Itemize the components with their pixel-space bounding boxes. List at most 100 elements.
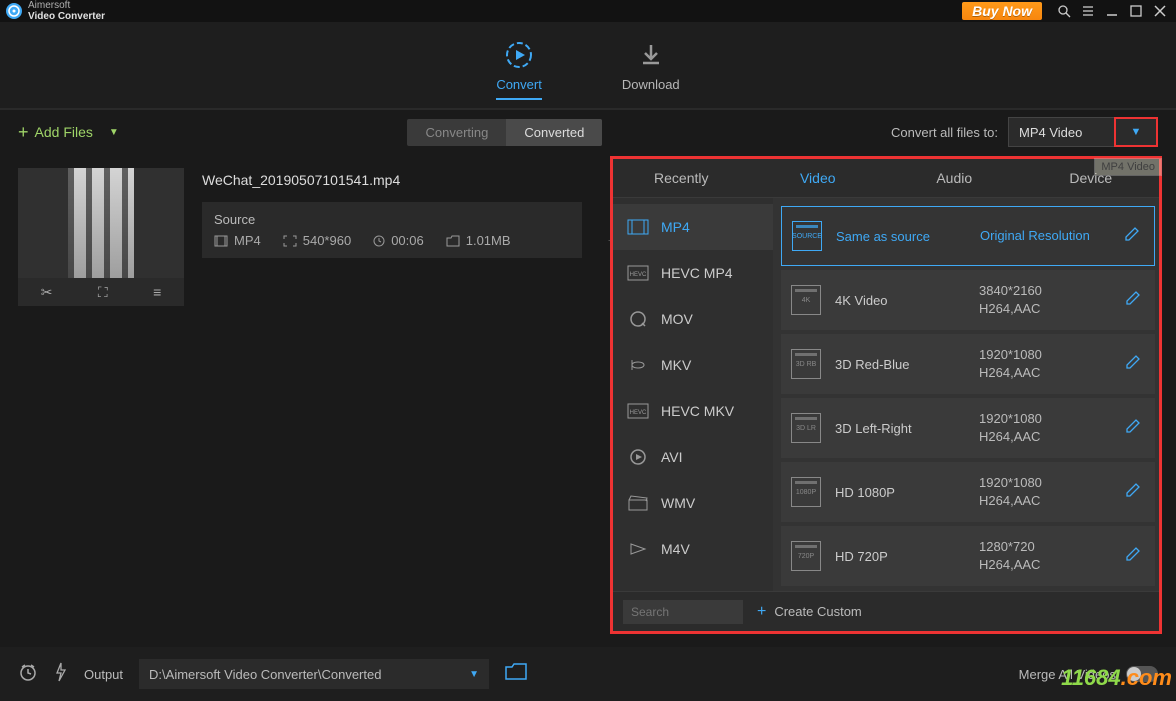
format-category-list[interactable]: MP4 HEVCHEVC MP4 MOV MKV HEVCHEVC MKV AV… [613, 198, 773, 591]
close-icon[interactable] [1150, 1, 1170, 21]
preset-detail: 1920*1080H264,AAC [979, 410, 1111, 446]
preset-line1: 1920*1080 [979, 347, 1042, 362]
convert-icon [503, 39, 535, 71]
edit-preset-icon[interactable] [1125, 482, 1145, 503]
preset-search-input[interactable] [623, 600, 743, 624]
preset-line1: Original Resolution [980, 228, 1090, 243]
menu-icon[interactable] [1078, 1, 1098, 21]
format-mov[interactable]: MOV [613, 296, 773, 342]
preset-icon: 720P [791, 541, 821, 571]
format-mp4[interactable]: MP4 [613, 204, 773, 250]
edit-preset-icon[interactable] [1124, 226, 1144, 247]
bottom-bar: Output D:\Aimersoft Video Converter\Conv… [0, 647, 1176, 701]
crop-icon[interactable]: ⛶ [98, 284, 108, 301]
dropdown-caret-icon[interactable]: ▼ [109, 127, 119, 138]
trim-icon[interactable]: ✂ [41, 284, 53, 301]
search-icon[interactable] [1054, 1, 1074, 21]
source-size-text: 1.01MB [466, 233, 511, 248]
open-folder-icon[interactable] [505, 663, 527, 686]
dropdown-caret-icon: ▼ [469, 669, 479, 680]
convert-all-label: Convert all files to: [891, 125, 998, 140]
svg-text:HEVC: HEVC [630, 410, 647, 416]
source-box: Source MP4 540*960 00:06 1.01MB [202, 202, 582, 258]
preset-icon-text: 3D RB [796, 361, 817, 368]
preset-line2: H264,AAC [979, 493, 1040, 508]
preset-4k[interactable]: 4K 4K Video 3840*2160H264,AAC [781, 270, 1155, 330]
play-icon [627, 540, 649, 558]
preset-detail: 3840*2160H264,AAC [979, 282, 1111, 318]
format-mkv[interactable]: MKV [613, 342, 773, 388]
format-label: WMV [661, 495, 695, 511]
file-name[interactable]: WeChat_20190507101541.mp4 [202, 172, 582, 188]
mkv-icon [627, 356, 649, 374]
tab-converting[interactable]: Converting [407, 119, 506, 146]
buy-now-button[interactable]: Buy Now [962, 2, 1042, 20]
film-icon [627, 218, 649, 236]
preset-detail: 1280*720H264,AAC [979, 538, 1111, 574]
edit-preset-icon[interactable] [1125, 290, 1145, 311]
format-hevc-mkv[interactable]: HEVCHEVC MKV [613, 388, 773, 434]
svg-text:HEVC: HEVC [630, 272, 647, 278]
gpu-icon[interactable] [54, 662, 68, 687]
create-custom-label: Create Custom [774, 604, 861, 619]
popup-tab-video[interactable]: Video [750, 170, 887, 186]
popup-tab-audio[interactable]: Audio [886, 170, 1023, 186]
source-duration: 00:06 [373, 233, 424, 248]
format-wmv[interactable]: WMV [613, 480, 773, 526]
thumbnail-tools: ✂ ⛶ ≡ [18, 278, 184, 306]
toolbar: + Add Files ▼ Converting Converted Conve… [0, 110, 1176, 154]
film-icon [214, 235, 228, 247]
format-avi[interactable]: AVI [613, 434, 773, 480]
add-files-button[interactable]: + Add Files ▼ [18, 122, 119, 143]
preset-hd-1080p[interactable]: 1080P HD 1080P 1920*1080H264,AAC [781, 462, 1155, 522]
create-custom-button[interactable]: + Create Custom [757, 603, 862, 621]
format-m4v[interactable]: M4V [613, 526, 773, 572]
popup-tab-recently[interactable]: Recently [613, 170, 750, 186]
watermark-a: 11684 [1061, 665, 1121, 690]
edit-preset-icon[interactable] [1125, 354, 1145, 375]
nav-download[interactable]: Download [622, 39, 680, 92]
add-files-label: Add Files [35, 124, 93, 140]
source-resolution-text: 540*960 [303, 233, 351, 248]
schedule-icon[interactable] [18, 662, 38, 687]
output-path-select[interactable]: D:\Aimersoft Video Converter\Converted ▼ [139, 659, 489, 689]
format-label: MKV [661, 357, 691, 373]
preset-line2: H264,AAC [979, 301, 1040, 316]
file-card: ✂ ⛶ ≡ WeChat_20190507101541.mp4 Source M… [18, 168, 626, 306]
top-nav: Convert Download [0, 22, 1176, 110]
tab-converted[interactable]: Converted [506, 119, 602, 146]
preset-3d-red-blue[interactable]: 3D RB 3D Red-Blue 1920*1080H264,AAC [781, 334, 1155, 394]
maximize-icon[interactable] [1126, 1, 1146, 21]
source-format: MP4 [214, 233, 261, 248]
edit-preset-icon[interactable] [1125, 546, 1145, 567]
popup-footer: + Create Custom [613, 591, 1159, 631]
minimize-icon[interactable] [1102, 1, 1122, 21]
preset-hd-720p[interactable]: 720P HD 720P 1280*720H264,AAC [781, 526, 1155, 586]
plus-icon: + [18, 122, 29, 143]
preset-3d-left-right[interactable]: 3D LR 3D Left-Right 1920*1080H264,AAC [781, 398, 1155, 458]
effects-icon[interactable]: ≡ [153, 284, 161, 300]
preset-icon: 3D RB [791, 349, 821, 379]
nav-convert[interactable]: Convert [496, 39, 542, 100]
preset-icon: 1080P [791, 477, 821, 507]
preset-icon: 4K [791, 285, 821, 315]
format-dropdown-button[interactable]: ▼ [1114, 117, 1158, 147]
app-brand: Aimersoft Video Converter [28, 0, 105, 22]
preset-icon-text: 3D LR [796, 425, 816, 432]
format-select[interactable]: MP4 Video ▼ [1008, 117, 1158, 147]
output-label: Output [84, 667, 123, 682]
edit-preset-icon[interactable] [1125, 418, 1145, 439]
preset-icon: 3D LR [791, 413, 821, 443]
preset-title: HD 1080P [835, 485, 965, 500]
format-hevc-mp4[interactable]: HEVCHEVC MP4 [613, 250, 773, 296]
format-tooltip: MP4 Video [1094, 158, 1162, 176]
preset-list[interactable]: SOURCE Same as source Original Resolutio… [773, 198, 1159, 591]
source-resolution: 540*960 [283, 233, 351, 248]
file-info: WeChat_20190507101541.mp4 Source MP4 540… [202, 168, 582, 306]
popup-tabs: Recently Video Audio Device [613, 159, 1159, 197]
hevc-icon: HEVC [627, 402, 649, 420]
watermark: 11684.com [1061, 665, 1172, 691]
thumbnail-image[interactable] [18, 168, 184, 278]
preset-same-as-source[interactable]: SOURCE Same as source Original Resolutio… [781, 206, 1155, 266]
preset-line1: 1280*720 [979, 539, 1035, 554]
